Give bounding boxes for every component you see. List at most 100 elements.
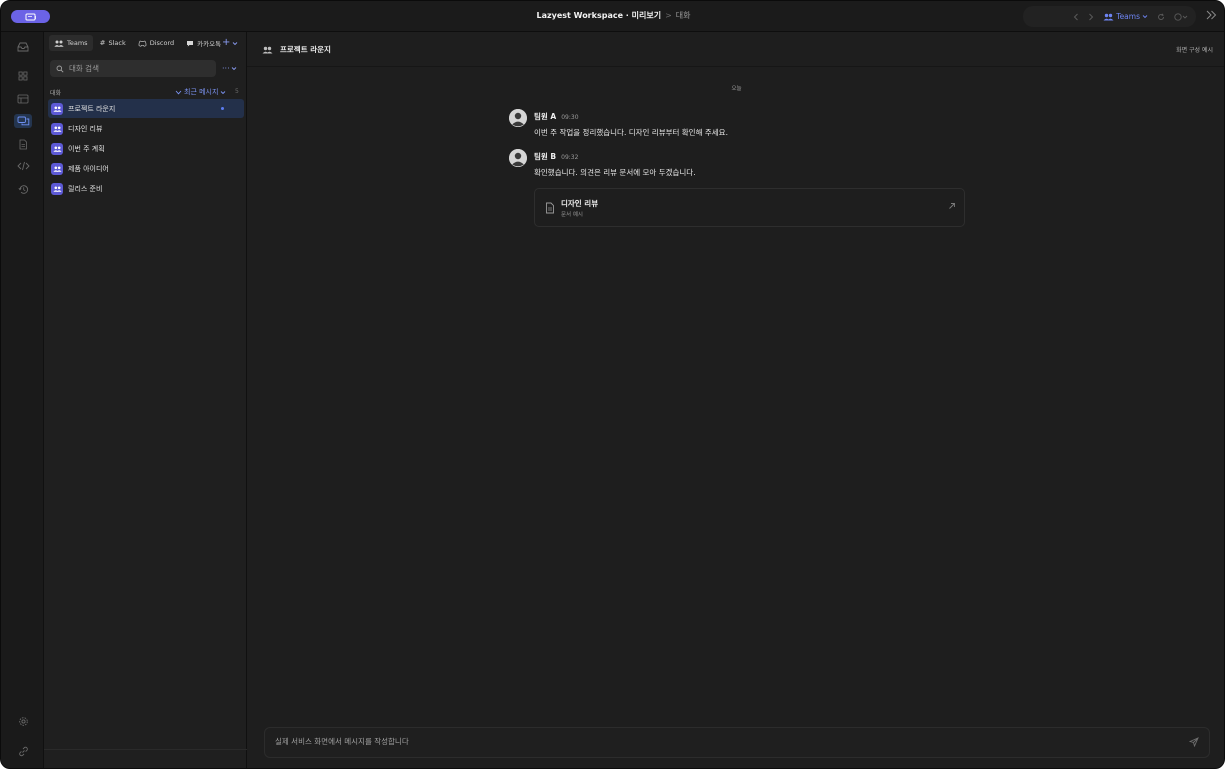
refresh-button[interactable] <box>1157 13 1165 21</box>
search-input[interactable] <box>69 64 209 73</box>
conversation-name: 릴리스 준비 <box>68 184 103 193</box>
document-icon <box>545 202 555 216</box>
conversation-count: 5 <box>235 88 239 95</box>
forward-icon <box>1089 13 1094 20</box>
people-icon <box>52 186 62 192</box>
back-icon <box>1074 13 1079 20</box>
nav-list[interactable] <box>14 92 32 106</box>
conversation-name: 프로젝트 라운지 <box>68 104 116 113</box>
document-icon <box>19 139 27 149</box>
chevron-down-icon <box>1142 15 1148 19</box>
message: 팀원 A 09:30 이번 주 작업을 정리했습니다. 디자인 리뷰부터 확인해… <box>509 109 728 138</box>
tab-kakaotalk-label: 카카오톡 <box>197 40 222 48</box>
nav-history[interactable] <box>14 182 32 196</box>
message-text: 확인했습니다. 의견은 리뷰 문서에 모아 두겠습니다. <box>534 168 696 177</box>
titlebar-toolbar: Teams <box>1023 6 1196 27</box>
unread-indicator <box>221 107 224 110</box>
refresh-icon <box>1158 13 1164 20</box>
platform-tabs: Teams # Slack Discord 카카오톡 <box>49 35 226 51</box>
nav-code[interactable] <box>14 159 32 173</box>
app-window: Lazyest Workspace · 미리보기 > 대화 Teams Team… <box>0 0 1225 769</box>
tab-discord[interactable]: Discord <box>133 35 179 51</box>
platform-select[interactable]: Teams <box>1103 12 1148 21</box>
people-icon <box>52 166 62 172</box>
message: 팀원 B 09:32 확인했습니다. 의견은 리뷰 문서에 모아 두겠습니다. <box>509 149 696 178</box>
speech-bubble-icon <box>187 40 194 46</box>
tab-teams-label: Teams <box>67 39 88 47</box>
group-avatar <box>51 182 63 195</box>
chat-panel: 프로젝트 라운지 화면 구성 예시 오늘 팀원 A 09:30 이번 주 작업을… <box>247 32 1224 768</box>
collapse-double-chevron-icon <box>1206 10 1217 20</box>
chevron-down-icon <box>233 41 238 45</box>
message-author: 팀원 B <box>534 152 557 161</box>
tab-slack[interactable]: # Slack <box>95 35 131 51</box>
user-menu-icon <box>1174 12 1188 21</box>
send-button[interactable] <box>1188 737 1199 749</box>
add-platform-button[interactable]: + <box>222 38 238 48</box>
chevron-down-icon <box>231 67 236 71</box>
chat-title: 프로젝트 라운지 <box>262 44 331 55</box>
chat-header: 프로젝트 라운지 화면 구성 예시 <box>247 32 1224 67</box>
user-menu-button[interactable] <box>1174 12 1188 21</box>
user-icon <box>509 149 527 167</box>
tab-kakaotalk[interactable]: 카카오톡 <box>181 35 226 51</box>
breadcrumb-separator: > <box>665 11 672 20</box>
conversation-search <box>50 60 216 77</box>
platform-select-label: Teams <box>1116 12 1140 21</box>
group-avatar <box>51 102 63 115</box>
ellipsis-icon: ··· <box>222 64 230 73</box>
hash-icon: # <box>99 39 106 47</box>
link-icon <box>18 746 28 756</box>
nav-dashboard[interactable] <box>14 69 32 83</box>
message-composer <box>264 727 1210 758</box>
section-label: 대화 <box>50 90 62 97</box>
nav-inbox[interactable] <box>14 40 32 54</box>
conversation-item[interactable]: 프로젝트 라운지 <box>48 99 244 118</box>
user-icon <box>509 109 527 127</box>
conversation-item[interactable]: 디자인 리뷰 <box>48 119 244 138</box>
tab-slack-label: Slack <box>108 39 126 47</box>
tab-discord-label: Discord <box>149 39 175 47</box>
people-icon <box>262 46 273 53</box>
conversation-item[interactable]: 제품 아이디어 <box>48 159 244 178</box>
chevron-down-icon <box>221 90 226 94</box>
nav-rail <box>1 32 44 768</box>
tab-teams[interactable]: Teams <box>49 35 93 51</box>
conversation-item[interactable]: 이번 주 계획 <box>48 139 244 158</box>
conversation-sidebar: Teams # Slack Discord 카카오톡 + ··· <box>44 32 247 768</box>
nav-chat[interactable] <box>14 114 32 128</box>
back-button[interactable] <box>1073 13 1079 21</box>
nav-settings[interactable] <box>14 714 32 728</box>
chat-title-label: 프로젝트 라운지 <box>280 45 331 54</box>
message-input[interactable] <box>275 737 1155 746</box>
nav-documents[interactable] <box>14 137 32 151</box>
dashboard-icon <box>18 71 28 81</box>
settings-icon <box>18 716 28 726</box>
chat-icon <box>17 116 29 126</box>
divider <box>44 749 247 750</box>
forward-button[interactable] <box>1088 13 1094 21</box>
message-text: 이번 주 작업을 정리했습니다. 디자인 리뷰부터 확인해 주세요. <box>534 128 728 137</box>
title-bar: Lazyest Workspace · 미리보기 > 대화 Teams <box>1 1 1224 32</box>
nav-link[interactable] <box>14 744 32 758</box>
more-options-button[interactable]: ··· <box>222 64 237 73</box>
people-icon <box>1103 13 1114 20</box>
conversation-name: 제품 아이디어 <box>68 164 109 173</box>
sort-select[interactable]: 최근 메시지 <box>175 87 226 97</box>
history-icon <box>17 184 28 194</box>
open-external-icon[interactable] <box>948 202 956 212</box>
list-icon <box>17 94 29 104</box>
avatar <box>509 149 527 167</box>
avatar <box>509 109 527 127</box>
collapse-panel-button[interactable] <box>1206 10 1217 22</box>
people-icon <box>52 126 62 132</box>
document-attachment-card[interactable]: 디자인 리뷰 문서 예시 <box>534 188 965 227</box>
breadcrumb-current[interactable]: 대화 <box>676 11 691 20</box>
workspace-name: Lazyest Workspace · 미리보기 <box>536 11 662 20</box>
attachment-subtitle: 문서 예시 <box>561 212 583 218</box>
people-icon <box>52 146 62 152</box>
sort-select-label: 최근 메시지 <box>184 88 219 96</box>
group-avatar <box>51 162 63 175</box>
attachment-title: 디자인 리뷰 <box>561 199 599 208</box>
conversation-item[interactable]: 릴리스 준비 <box>48 179 244 198</box>
